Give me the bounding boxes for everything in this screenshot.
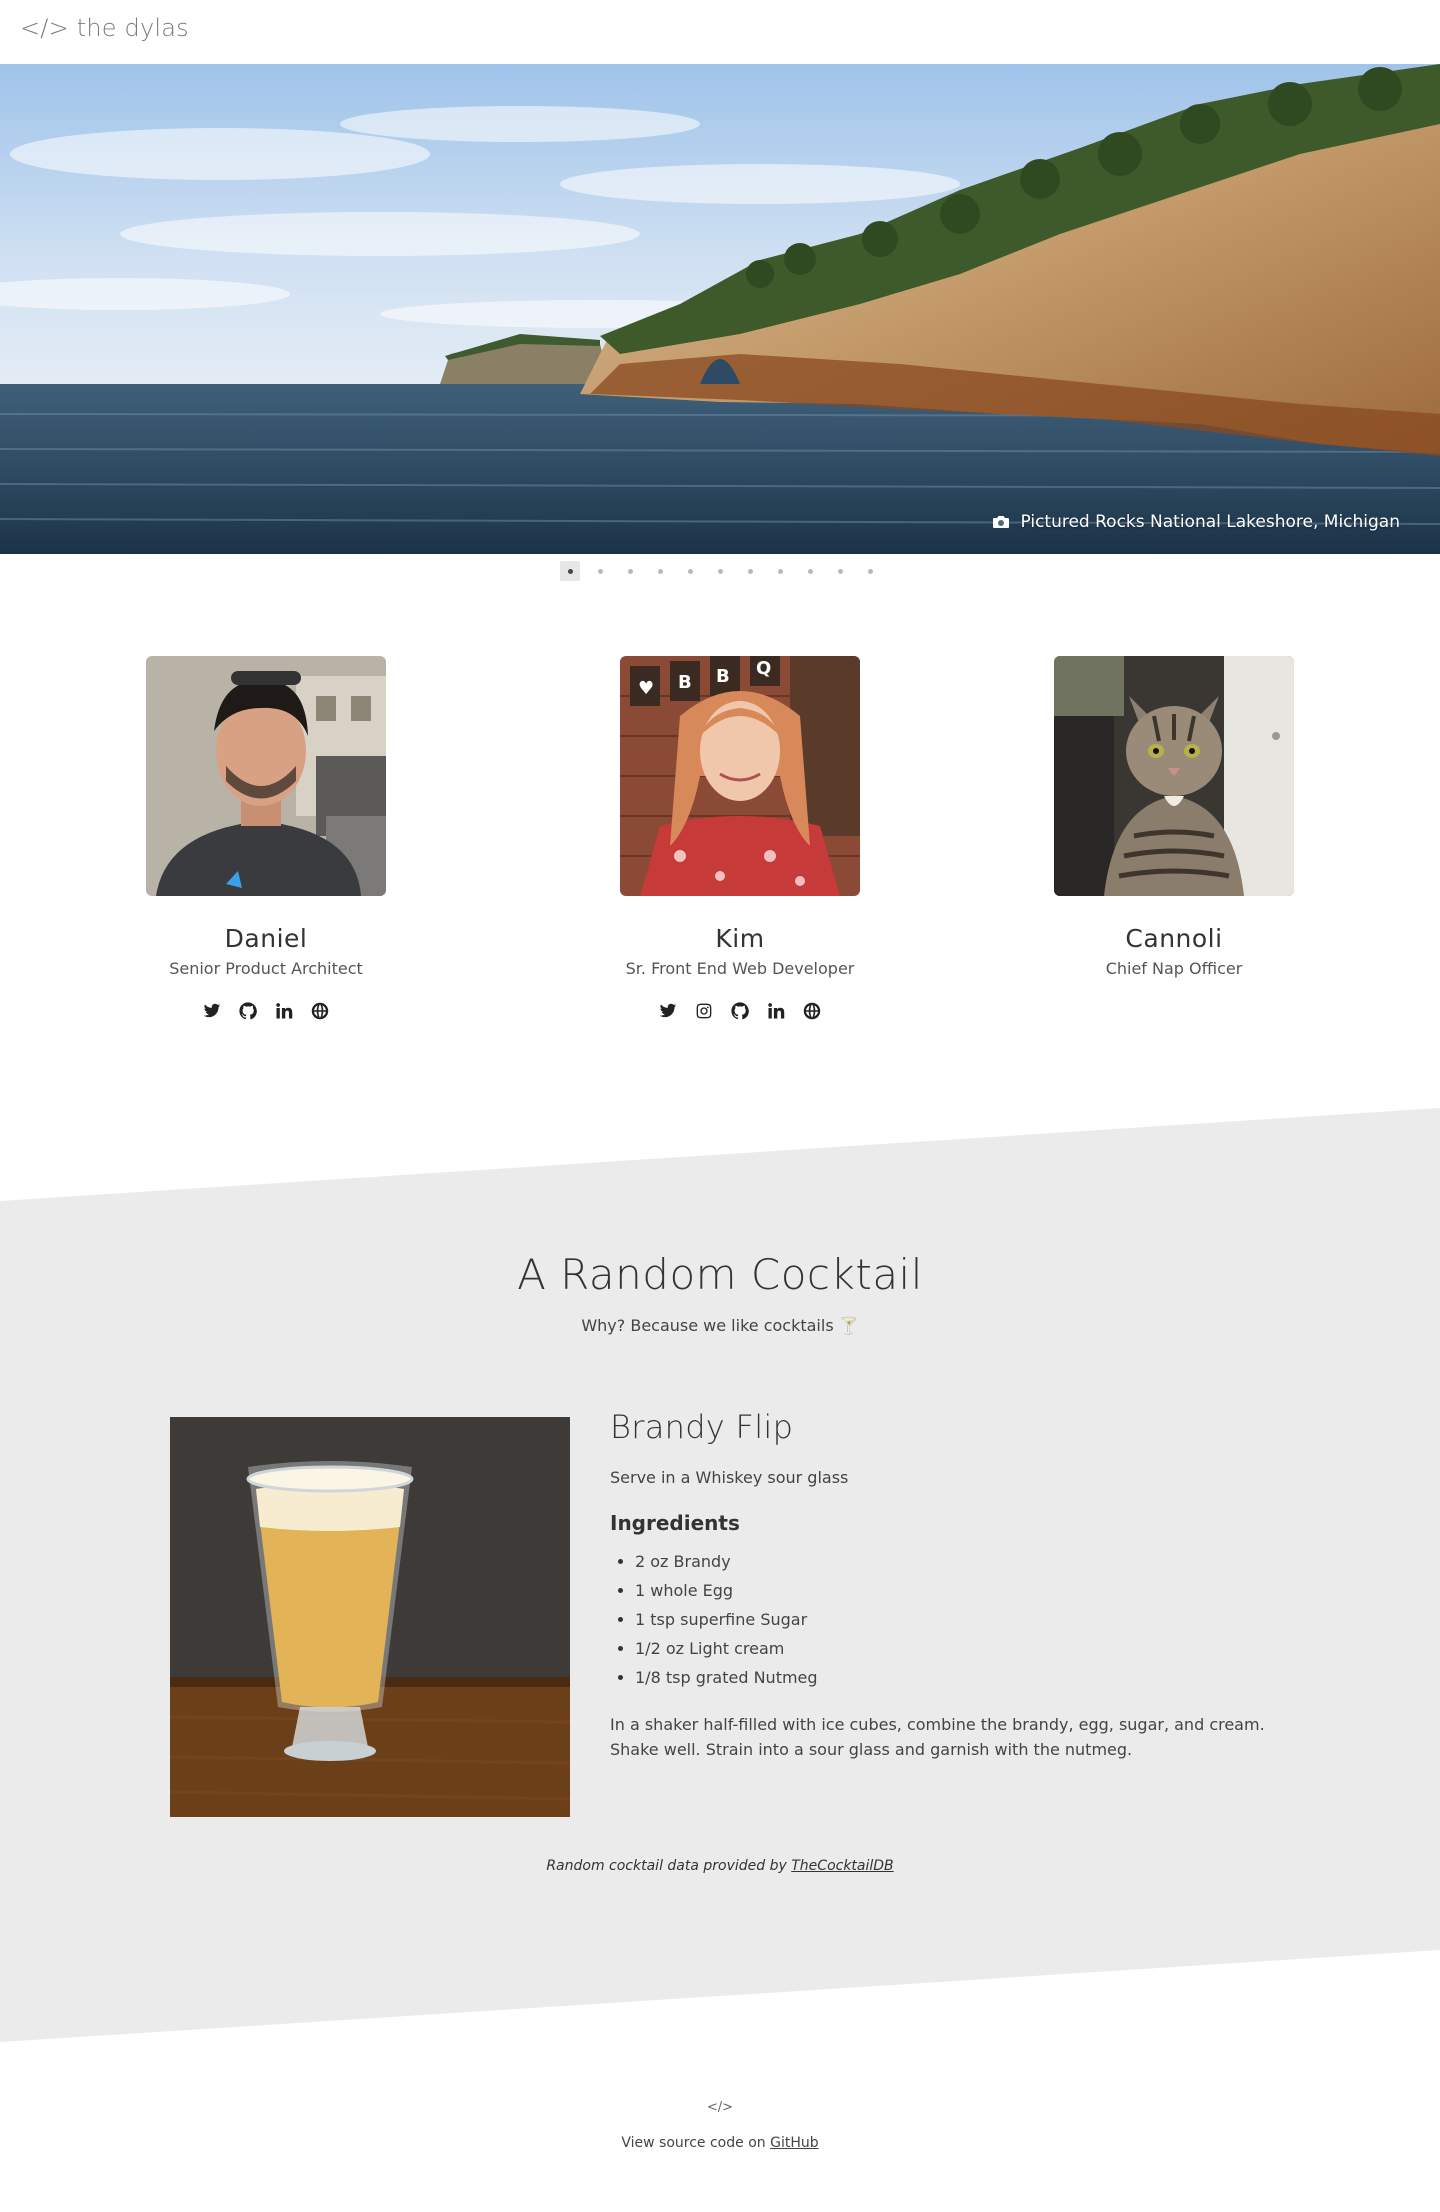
github-icon[interactable] [237,1000,259,1022]
member-role: Sr. Front End Web Developer [625,959,855,978]
team-member-kim: ♥ B B Q Kim Sr. Front End Web Developer [570,656,910,1022]
member-name: Kim [715,924,765,953]
slider-dots [0,560,1440,582]
member-name: Cannoli [1125,924,1223,953]
ingredient-item: 1/2 oz Light cream [610,1634,1290,1663]
slider-dot[interactable] [800,561,820,581]
slider-dot[interactable] [710,561,730,581]
ingredient-item: 1 tsp superfine Sugar [610,1605,1290,1634]
footer-source: View source code on GitHub [0,2135,1440,2151]
slider-dot[interactable] [680,561,700,581]
site-header: </> the dylas [0,0,1440,64]
slider-dot[interactable] [650,561,670,581]
cocktail-credit: Random cocktail data provided by TheCock… [0,1858,1440,1874]
slider-dot[interactable] [830,561,850,581]
team-member-cannoli: Cannoli Chief Nap Officer [1004,656,1344,978]
member-name: Daniel [224,924,308,953]
twitter-icon[interactable] [657,1000,679,1022]
member-role: Chief Nap Officer [1105,959,1243,978]
avatar-daniel [146,656,386,896]
hero-slider: Pictured Rocks National Lakeshore, Michi… [0,64,1440,554]
linkedin-icon[interactable] [273,1000,295,1022]
svg-text:B: B [678,672,692,693]
globe-icon[interactable] [309,1000,331,1022]
cocktail-details: Brandy Flip Serve in a Whiskey sour glas… [610,1408,1290,1762]
slider-dot[interactable] [590,561,610,581]
camera-icon [993,516,1010,528]
social-links [96,1000,436,1022]
ingredients-list: 2 oz Brandy 1 whole Egg 1 tsp superfine … [610,1547,1290,1692]
site-logo[interactable]: </> the dylas [20,14,189,42]
github-icon[interactable] [729,1000,751,1022]
svg-text:B: B [716,666,730,687]
member-role: Senior Product Architect [169,959,363,978]
globe-icon[interactable] [801,1000,823,1022]
cocktail-glass: Serve in a Whiskey sour glass [610,1468,849,1487]
ingredients-heading: Ingredients [610,1511,740,1535]
hero-image [0,64,1440,554]
cocktail-name: Brandy Flip [610,1408,794,1446]
svg-text:Q: Q [756,658,771,679]
cocktail-subtitle: Why? Because we like cocktails 🍸 [581,1316,859,1335]
ingredient-item: 2 oz Brandy [610,1547,1290,1576]
cocktail-section-title: A Random Cocktail [517,1250,923,1299]
slider-dot[interactable] [860,561,880,581]
team-member-daniel: Daniel Senior Product Architect [96,656,436,1022]
ingredient-item: 1 whole Egg [610,1576,1290,1605]
social-links [570,1000,910,1022]
instagram-icon[interactable] [693,1000,715,1022]
cocktaildb-link[interactable]: TheCocktailDB [791,1858,893,1874]
credit-text: Random cocktail data provided by [546,1858,792,1874]
hero-caption: Pictured Rocks National Lakeshore, Michi… [992,512,1400,532]
ingredient-item: 1/8 tsp grated Nutmeg [610,1663,1290,1692]
svg-text:♥: ♥ [638,678,654,699]
footer-logo: </> [706,2100,734,2115]
avatar-cannoli [1054,656,1294,896]
hero-caption-text: Pictured Rocks National Lakeshore, Michi… [1020,512,1400,532]
linkedin-icon[interactable] [765,1000,787,1022]
footer-source-text: View source code on [621,2135,771,2151]
cocktail-image [170,1417,570,1817]
twitter-icon[interactable] [201,1000,223,1022]
slider-dot[interactable] [770,561,790,581]
github-link[interactable]: GitHub [770,2135,819,2151]
avatar-kim: ♥ B B Q [620,656,860,896]
cocktail-instructions: In a shaker half-filled with ice cubes, … [610,1715,1265,1759]
slider-dot[interactable] [560,561,580,581]
slider-dot[interactable] [620,561,640,581]
slider-dot[interactable] [740,561,760,581]
